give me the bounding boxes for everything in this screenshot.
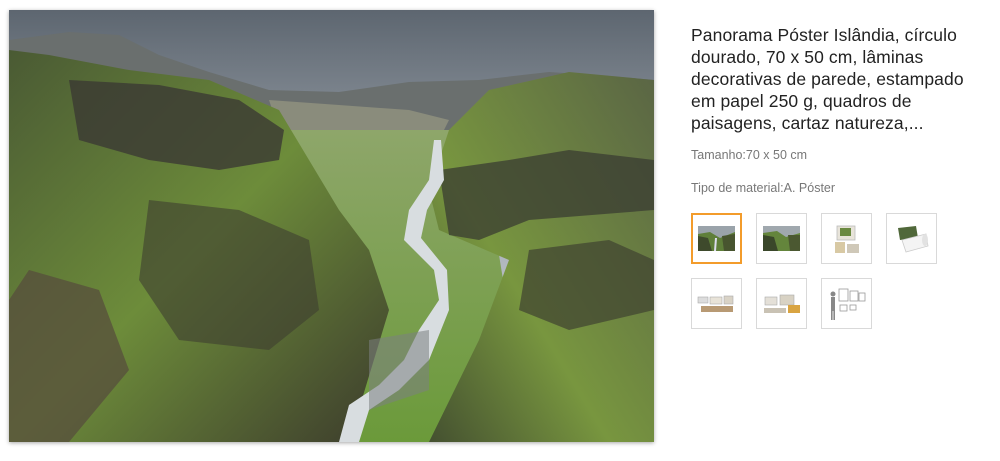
material-label: Tipo de material:	[691, 181, 784, 195]
main-product-image[interactable]	[9, 10, 654, 442]
living-room-thumbnail[interactable]	[756, 278, 807, 329]
size-comparison-icon	[830, 288, 865, 320]
packaging-icon	[834, 225, 859, 253]
product-title: Panorama Póster Islândia, círculo dourad…	[691, 25, 964, 133]
size-label: Tamanho:	[691, 148, 746, 162]
room-wall-thumbnail[interactable]	[691, 278, 742, 329]
size-comparison-thumbnail[interactable]	[821, 278, 872, 329]
paper-roll-thumbnail[interactable]	[886, 213, 937, 264]
material-attribute: Tipo de material:A. Póster	[691, 181, 991, 195]
paper-roll-icon	[897, 225, 928, 252]
packaging-thumbnail[interactable]	[821, 213, 872, 264]
landscape-icon	[763, 226, 800, 251]
material-value: A. Póster	[783, 181, 836, 195]
size-value: 70 x 50 cm	[745, 148, 808, 162]
landscape-closeup-thumbnail[interactable]	[756, 213, 807, 264]
iceland-canyon-photo	[9, 10, 654, 442]
product-info-panel: Panorama Póster Islândia, círculo dourad…	[691, 24, 991, 329]
living-room-icon	[763, 294, 800, 313]
thumbnail-gallery	[691, 213, 991, 329]
size-attribute: Tamanho:70 x 50 cm	[691, 148, 991, 162]
room-wall-icon	[697, 295, 733, 312]
landscape-poster-thumbnail[interactable]	[691, 213, 742, 264]
landscape-icon	[698, 226, 735, 251]
